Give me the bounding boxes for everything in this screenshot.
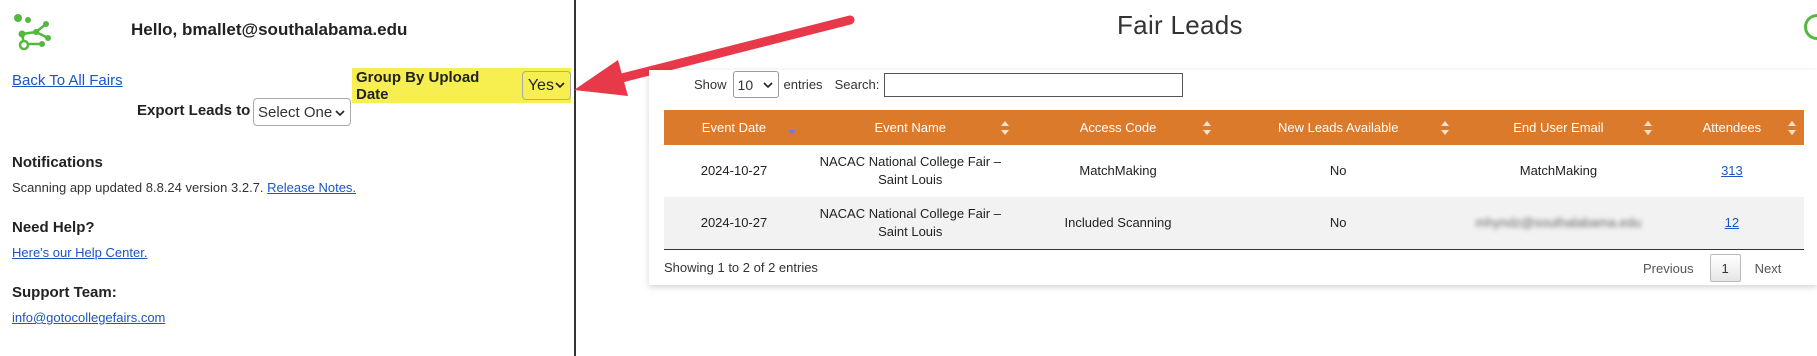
notifications-message: Scanning app updated 8.8.24 version 3.2.… xyxy=(12,180,264,195)
cell-attendees: 313 xyxy=(1660,145,1804,197)
blurred-email: mhyndz@southalabama.edu xyxy=(1475,214,1642,230)
cell-access-code: Included Scanning xyxy=(1016,197,1220,250)
search-label: Search: xyxy=(834,77,880,92)
group-by-upload-date-control: Group By Upload Date Yes xyxy=(352,68,571,103)
notifications-text: Scanning app updated 8.8.24 version 3.2.… xyxy=(12,180,356,195)
column-label: Attendees xyxy=(1702,120,1762,135)
help-center-link[interactable]: Here's our Help Center. xyxy=(12,245,147,260)
user-greeting: Hello, bmallet@southalabama.edu xyxy=(131,20,408,39)
sort-icon xyxy=(1440,121,1449,135)
chevron-down-icon xyxy=(762,82,773,89)
page-1-button[interactable]: 1 xyxy=(1709,254,1741,282)
release-notes-link[interactable]: Release Notes. xyxy=(267,180,356,195)
help-text: Here's our Help Center. xyxy=(12,245,147,260)
column-header-end-user-email[interactable]: End User Email xyxy=(1456,110,1660,145)
cell-email: MatchMaking xyxy=(1519,163,1598,178)
cell-new-leads: No xyxy=(1329,163,1347,178)
column-label: Event Date xyxy=(701,120,767,135)
table-info: Showing 1 to 2 of 2 entries xyxy=(664,260,818,275)
support-email-link[interactable]: info@gotocollegefairs.com xyxy=(12,310,165,325)
table-row: 2024-10-27 NACAC National College Fair –… xyxy=(664,145,1804,197)
show-label: Show xyxy=(694,77,727,92)
sort-desc-icon xyxy=(787,130,796,135)
event-name-line: Saint Louis xyxy=(878,172,943,187)
page-length-value: 10 xyxy=(737,76,754,93)
sidebar: Hello, bmallet@southalabama.edu Back To … xyxy=(0,0,576,356)
back-to-all-fairs-link[interactable]: Back To All Fairs xyxy=(12,72,123,89)
previous-page-button[interactable]: Previous xyxy=(1643,261,1694,276)
entries-label: entries xyxy=(783,77,823,92)
attendees-link[interactable]: 313 xyxy=(1721,163,1743,178)
column-label: Access Code xyxy=(1079,120,1157,135)
next-page-button[interactable]: Next xyxy=(1755,261,1782,276)
event-name-line: NACAC National College Fair – xyxy=(819,205,1001,221)
need-help-heading: Need Help? xyxy=(12,219,95,236)
cell-event-date: 2024-10-27 xyxy=(664,197,804,250)
event-name-line: Saint Louis xyxy=(878,223,943,239)
search-input[interactable] xyxy=(884,72,1184,97)
cell-event-name: NACAC National College Fair – Saint Louis xyxy=(803,197,1017,250)
sort-icon xyxy=(1788,121,1796,135)
table-controls: Show 10 entries Search: xyxy=(694,71,1184,98)
logo-network-icon xyxy=(14,14,51,51)
cell-email: mhyndz@southalabama.edu xyxy=(1456,197,1660,250)
pagination: Previous 1 Next xyxy=(1643,254,1781,282)
column-label: New Leads Available xyxy=(1277,120,1399,135)
support-text: info@gotocollegefairs.com xyxy=(12,310,165,325)
column-header-event-date[interactable]: Event Date xyxy=(664,110,804,145)
notifications-heading: Notifications xyxy=(12,154,103,171)
group-by-upload-date-label: Group By Upload Date xyxy=(356,68,480,103)
cell-event-date: 2024-10-27 xyxy=(700,163,768,178)
sort-icon xyxy=(1000,121,1009,135)
export-leads-value: Select One xyxy=(258,103,333,121)
column-header-event-name[interactable]: Event Name xyxy=(803,110,1017,145)
page-title: Fair Leads xyxy=(1117,10,1243,40)
cell-attendees: 12 xyxy=(1659,197,1804,250)
chevron-down-icon xyxy=(335,110,345,117)
sort-icon xyxy=(1203,121,1212,135)
leads-table: Event Date Event Name Access Code New Le… xyxy=(664,110,1804,250)
export-leads-select[interactable]: Select One xyxy=(253,98,351,126)
column-label: Event Name xyxy=(874,120,947,135)
group-by-upload-date-select[interactable]: Yes xyxy=(521,71,571,100)
chevron-down-icon xyxy=(555,82,565,89)
attendees-link[interactable]: 12 xyxy=(1725,215,1739,230)
export-leads-label: Export Leads to xyxy=(137,102,251,119)
table-row: 2024-10-27 NACAC National College Fair –… xyxy=(664,197,1804,250)
support-team-heading: Support Team: xyxy=(12,284,117,301)
cell-event-name: NACAC National College Fair – Saint Louis xyxy=(804,145,1017,197)
loading-spinner-icon xyxy=(1804,14,1817,40)
cell-new-leads: No xyxy=(1219,197,1457,250)
column-header-attendees[interactable]: Attendees xyxy=(1659,110,1804,145)
event-name-line: NACAC National College Fair – xyxy=(819,154,1001,169)
column-label: End User Email xyxy=(1513,120,1604,135)
cell-access-code: MatchMaking xyxy=(1079,163,1157,178)
column-header-access-code[interactable]: Access Code xyxy=(1016,110,1220,145)
page-length-select[interactable]: 10 xyxy=(732,71,779,98)
sort-icon xyxy=(1643,121,1652,135)
group-by-value: Yes xyxy=(527,76,554,94)
column-header-new-leads[interactable]: New Leads Available xyxy=(1219,110,1457,145)
table-header-row: Event Date Event Name Access Code New Le… xyxy=(664,110,1804,145)
